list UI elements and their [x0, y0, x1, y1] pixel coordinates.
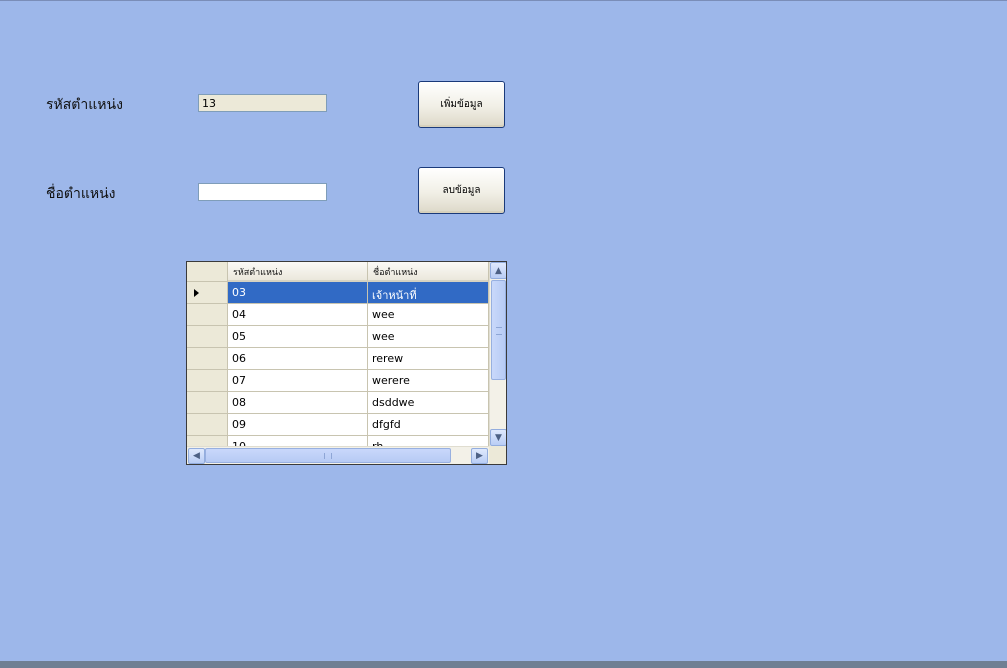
cell-position-code[interactable]: 09: [228, 414, 368, 436]
row-header[interactable]: [187, 348, 228, 370]
grip-icon: [324, 453, 332, 459]
table-row[interactable]: 09 dfgfd: [187, 414, 489, 436]
positions-data-grid[interactable]: รหัสตำแหน่ง ชื่อตำแหน่ง 03 เจ้าหน้าที่ 0…: [186, 261, 507, 465]
window-bottom-edge: [0, 661, 1007, 668]
window-top-edge: [0, 0, 1007, 1]
table-row[interactable]: 03 เจ้าหน้าที่: [187, 282, 489, 304]
current-row-arrow-icon: [194, 289, 199, 297]
row-header[interactable]: [187, 392, 228, 414]
scroll-left-button[interactable]: ◀: [188, 448, 205, 464]
row-header[interactable]: [187, 414, 228, 436]
cell-position-code[interactable]: 04: [228, 304, 368, 326]
scrollbar-corner: [489, 446, 506, 464]
cell-position-name[interactable]: dfgfd: [368, 414, 489, 436]
delete-data-button-label: ลบข้อมูล: [442, 185, 481, 196]
column-header-position-name[interactable]: ชื่อตำแหน่ง: [368, 262, 489, 282]
grip-icon: [496, 327, 502, 335]
add-data-button[interactable]: เพิ่มข้อมูล: [418, 81, 505, 128]
cell-position-name[interactable]: werere: [368, 370, 489, 392]
cell-position-name[interactable]: dsddwe: [368, 392, 489, 414]
horizontal-scrollbar[interactable]: ◀ ▶: [187, 446, 489, 464]
table-row[interactable]: 05 wee: [187, 326, 489, 348]
vertical-scroll-thumb[interactable]: [491, 280, 506, 380]
cell-position-name[interactable]: เจ้าหน้าที่: [368, 282, 489, 304]
cell-position-code[interactable]: 06: [228, 348, 368, 370]
vertical-scrollbar[interactable]: ▲ ▼: [489, 262, 506, 446]
table-row[interactable]: 08 dsddwe: [187, 392, 489, 414]
scroll-down-button[interactable]: ▼: [490, 429, 506, 446]
chevron-right-icon: ▶: [476, 451, 483, 461]
position-name-label: ชื่อตำแหน่ง: [46, 186, 116, 202]
grid-header: รหัสตำแหน่ง ชื่อตำแหน่ง: [187, 262, 489, 282]
grid-rows: 03 เจ้าหน้าที่ 04 wee 05 wee 06 rerew 07…: [187, 282, 489, 458]
table-row[interactable]: 06 rerew: [187, 348, 489, 370]
scroll-right-button[interactable]: ▶: [471, 448, 488, 464]
cell-position-code[interactable]: 03: [228, 282, 368, 304]
column-header-position-code[interactable]: รหัสตำแหน่ง: [228, 262, 368, 282]
position-code-label: รหัสตำแหน่ง: [46, 97, 123, 113]
position-name-field[interactable]: [198, 183, 327, 201]
cell-position-code[interactable]: 08: [228, 392, 368, 414]
chevron-left-icon: ◀: [193, 451, 200, 461]
cell-position-code[interactable]: 05: [228, 326, 368, 348]
chevron-down-icon: ▼: [495, 432, 502, 443]
chevron-up-icon: ▲: [495, 265, 502, 276]
cell-position-name[interactable]: wee: [368, 304, 489, 326]
table-row[interactable]: 07 werere: [187, 370, 489, 392]
position-code-field[interactable]: [198, 94, 327, 112]
cell-position-name[interactable]: rerew: [368, 348, 489, 370]
row-header[interactable]: [187, 370, 228, 392]
row-header[interactable]: [187, 326, 228, 348]
cell-position-name[interactable]: wee: [368, 326, 489, 348]
cell-position-code[interactable]: 07: [228, 370, 368, 392]
horizontal-scroll-thumb[interactable]: [205, 448, 451, 463]
row-header[interactable]: [187, 304, 228, 326]
scroll-up-button[interactable]: ▲: [490, 262, 506, 279]
delete-data-button[interactable]: ลบข้อมูล: [418, 167, 505, 214]
grid-corner-header[interactable]: [187, 262, 228, 282]
row-header[interactable]: [187, 282, 228, 304]
add-data-button-label: เพิ่มข้อมูล: [440, 99, 483, 110]
table-row[interactable]: 04 wee: [187, 304, 489, 326]
